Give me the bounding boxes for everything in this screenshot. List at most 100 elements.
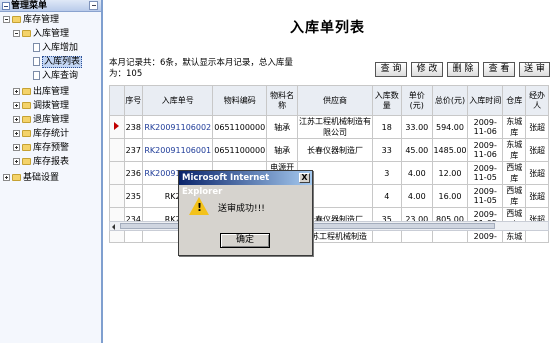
cell-code-link[interactable]: RK20091106001	[142, 138, 214, 162]
expand-toggle-icon[interactable]	[13, 116, 20, 123]
cell-seq	[123, 230, 144, 243]
tree-item-outbound[interactable]: 出库管理	[13, 86, 69, 99]
tree-item-inbound-list[interactable]: 入库列表	[33, 56, 83, 69]
cell-price: 33.00	[400, 115, 433, 139]
cell-time: 2009-11-05	[467, 161, 504, 185]
tree-item-report[interactable]: 库存报表	[13, 156, 69, 169]
cell-warehouse: 西城库	[502, 161, 527, 185]
cell-handler: 张超	[525, 161, 549, 185]
tree-item-inventory[interactable]: 库存管理	[3, 14, 59, 27]
cell-total: 12.00	[431, 161, 469, 185]
cell-warehouse: 西城库	[502, 184, 527, 208]
cell-price	[400, 230, 433, 243]
column-header[interactable]: 入库数量	[371, 85, 402, 116]
tree-item-inbound[interactable]: 入库管理	[13, 28, 69, 41]
folder-icon	[22, 88, 31, 95]
column-header[interactable]: 供应商	[297, 85, 373, 116]
horizontal-scrollbar[interactable]	[109, 221, 549, 231]
column-header[interactable]: 物料编码	[212, 85, 268, 116]
table-row[interactable]: 235 RK200 4 4.00 16.00 2009-11-05 西城库 张超	[109, 184, 549, 208]
cell-code-link[interactable]: RK20091106002	[142, 115, 214, 139]
expand-toggle-icon[interactable]	[13, 88, 20, 95]
menu-icon	[2, 2, 10, 10]
cell-handler: 张超	[525, 138, 549, 162]
table-row[interactable]: 236 RK20091105003 0771100000 电源开关 3 4.00…	[109, 161, 549, 185]
folder-icon	[22, 158, 31, 165]
collapse-icon[interactable]	[89, 1, 98, 10]
cell-qty: 3	[371, 161, 402, 185]
cell-time: 2009-11-06	[467, 138, 504, 162]
ok-button[interactable]: 确定	[220, 233, 270, 248]
column-header[interactable]: 物料名称	[266, 85, 299, 116]
folder-icon	[22, 116, 31, 123]
cell-qty: 4	[371, 184, 402, 208]
cell-total: 16.00	[431, 184, 469, 208]
tree-item-return[interactable]: 退库管理	[13, 114, 69, 127]
expand-toggle-icon[interactable]	[13, 158, 20, 165]
view-button[interactable]: 查 看	[483, 62, 515, 77]
tree-item-transfer[interactable]: 调拨管理	[13, 100, 69, 113]
main-content: 入库单列表 本月记录共：6条，默认显示本月记录，总入库量为：105 查 询 修 …	[105, 0, 550, 343]
submit-review-button[interactable]: 送 审	[519, 62, 550, 77]
cell-seq: 238	[123, 115, 144, 139]
cell-seq: 237	[123, 138, 144, 162]
cell-warehouse: 东城库	[502, 138, 527, 162]
cell-qty: 18	[371, 115, 402, 139]
row-marker-cell	[109, 138, 125, 162]
record-summary: 本月记录共：6条，默认显示本月记录，总入库量为：105	[109, 58, 293, 79]
column-header[interactable]: 仓库	[502, 85, 527, 116]
alert-dialog: Microsoft Internet Explorer X ! 送审成功!!! …	[178, 170, 313, 256]
collapse-toggle-icon[interactable]	[3, 16, 10, 23]
expand-toggle-icon[interactable]	[3, 174, 10, 181]
column-header[interactable]: 总价(元)	[431, 85, 469, 116]
column-header[interactable]: 入库单号	[142, 85, 214, 116]
column-header[interactable]: 单价(元)	[400, 85, 433, 116]
sidebar-title: 管理菜单	[11, 1, 48, 11]
delete-button[interactable]: 删 除	[447, 62, 479, 77]
cell-handler: 张超	[525, 184, 549, 208]
tree-item-warning[interactable]: 库存预警	[13, 142, 69, 155]
row-marker-cell	[109, 230, 125, 243]
dialog-titlebar[interactable]: Microsoft Internet Explorer X	[179, 171, 312, 197]
cell-time: 2009-11-05	[467, 184, 504, 208]
folder-icon	[22, 144, 31, 151]
edit-button[interactable]: 修 改	[411, 62, 443, 77]
row-marker-cell	[109, 161, 125, 185]
expand-toggle-icon[interactable]	[13, 144, 20, 151]
document-icon	[33, 57, 40, 66]
cell-price: 4.00	[400, 184, 433, 208]
table-row[interactable]: 237 RK20091106001 0651100000 轴承 长春仪器制造厂 …	[109, 138, 549, 162]
query-button[interactable]: 查 询	[375, 62, 407, 77]
table-header-row: 序号 入库单号 物料编码 物料名称 供应商 入库数量 单价(元) 总价(元) 入…	[109, 85, 549, 116]
cell-warehouse: 东城	[502, 230, 527, 243]
tree-item-inbound-query[interactable]: 入库查询	[33, 70, 78, 83]
cell-warehouse: 东城库	[502, 115, 527, 139]
tree-item-inbound-add[interactable]: 入库增加	[33, 42, 78, 55]
cell-qty	[371, 230, 402, 243]
table-row[interactable]: 238 RK20091106002 0651100000 轴承 江苏工程机械制造…	[109, 115, 549, 139]
column-header[interactable]: 入库时间	[467, 85, 504, 116]
expand-toggle-icon[interactable]	[13, 130, 20, 137]
table-row[interactable]: 江苏工程机械制造 2009- 东城	[109, 230, 549, 243]
cell-qty: 33	[371, 138, 402, 162]
cell-handler	[525, 230, 549, 243]
tree-item-statistics[interactable]: 库存统计	[13, 128, 69, 141]
cell-supplier: 江苏工程机械制造有限公司	[297, 115, 373, 139]
expand-toggle-icon[interactable]	[13, 102, 20, 109]
page-title: 入库单列表	[290, 20, 365, 36]
collapse-toggle-icon[interactable]	[13, 30, 20, 37]
cell-total: 1485.00	[431, 138, 469, 162]
cell-total: 594.00	[431, 115, 469, 139]
close-icon[interactable]: X	[299, 173, 310, 183]
cell-material-code: 0651100000	[212, 138, 268, 162]
column-header[interactable]: 序号	[123, 85, 144, 116]
folder-icon	[12, 16, 21, 23]
document-icon	[33, 71, 40, 80]
folder-icon	[22, 30, 31, 37]
cell-time: 2009-11-06	[467, 115, 504, 139]
sidebar-header: 管理菜单	[0, 0, 101, 12]
tree-item-settings[interactable]: 基础设置	[3, 172, 59, 185]
column-header[interactable]: 经办人	[525, 85, 549, 116]
scroll-left-icon[interactable]	[111, 223, 118, 230]
warning-exclamation: !	[197, 201, 203, 214]
